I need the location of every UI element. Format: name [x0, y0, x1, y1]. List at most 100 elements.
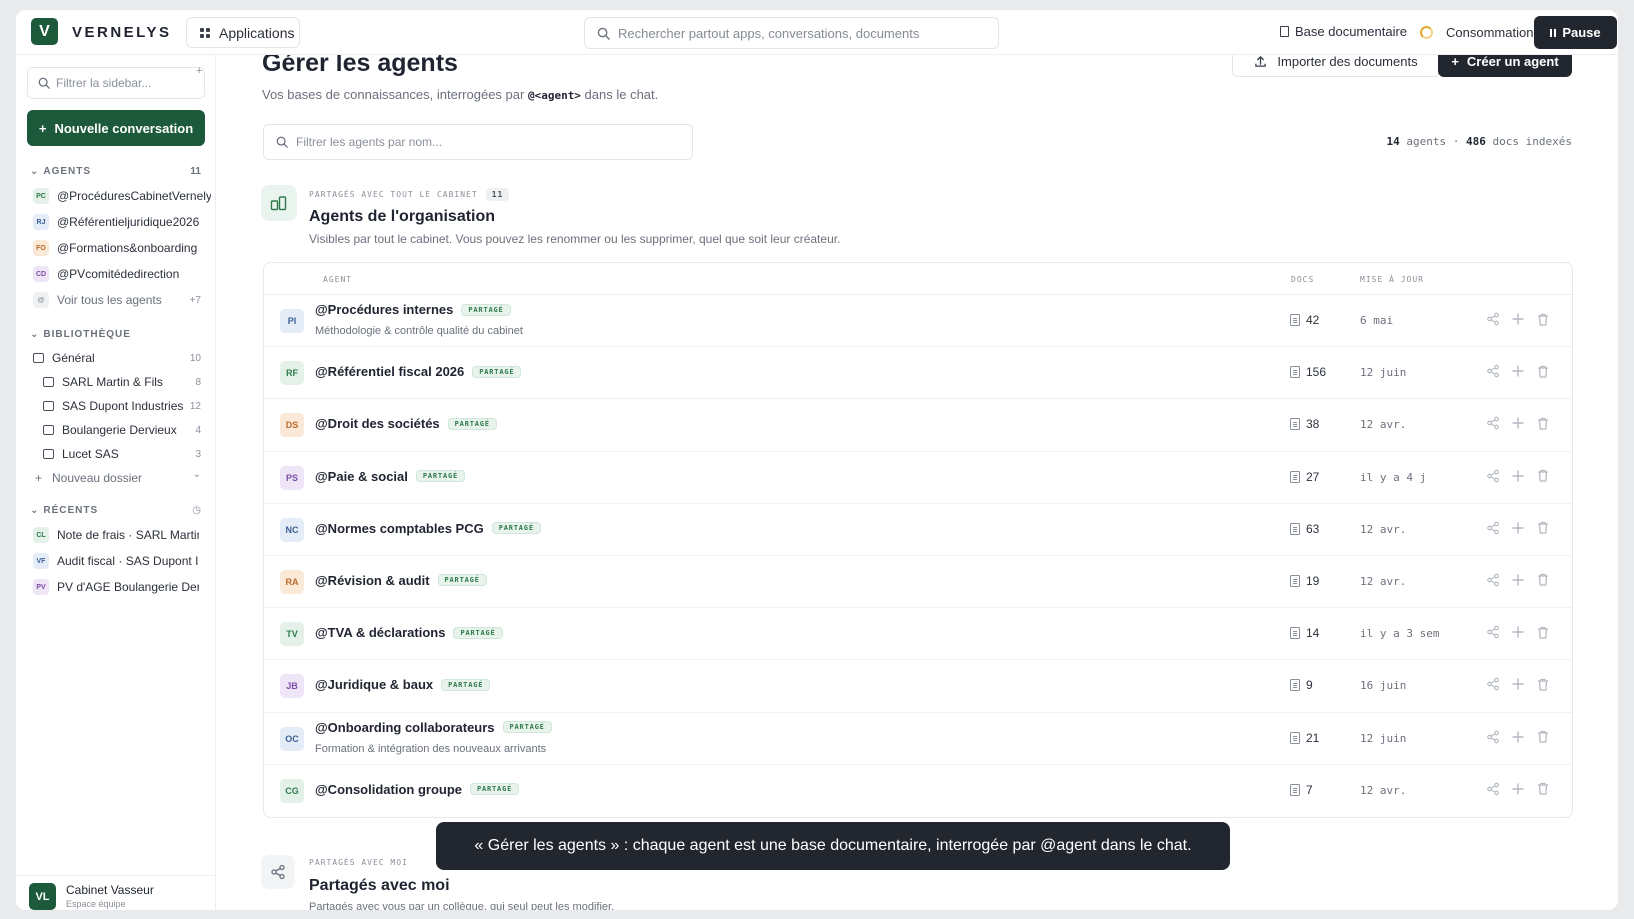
agent-name[interactable]: @TVA & déclarations: [315, 625, 445, 640]
recent-conversation-item[interactable]: VF Audit fiscal · SAS Dupont Industries: [33, 550, 199, 572]
share-icon[interactable]: [1486, 729, 1500, 745]
docs-count-value: 27: [1306, 469, 1320, 484]
agent-name[interactable]: @Référentiel fiscal 2026: [315, 364, 464, 379]
agent-name[interactable]: @Consolidation groupe: [315, 782, 462, 797]
folder-count: 8: [195, 377, 201, 388]
sidebar-folder-item[interactable]: Général: [33, 347, 183, 369]
share-icon[interactable]: [1486, 676, 1500, 692]
plus-icon[interactable]: [1511, 729, 1525, 745]
agent-name[interactable]: @Paie & social: [315, 469, 408, 484]
share-icon[interactable]: [1486, 468, 1500, 484]
agents-section-toggle[interactable]: ⌄ AGENTS: [30, 166, 91, 177]
pause-button[interactable]: Pause: [1534, 16, 1617, 49]
plus-icon[interactable]: [1511, 624, 1525, 640]
agent-name[interactable]: @Normes comptables PCG: [315, 521, 484, 536]
plus-icon[interactable]: [1511, 468, 1525, 484]
plus-icon[interactable]: [1511, 520, 1525, 536]
sidebar-agent-label: @PVcomitédedirection: [57, 267, 180, 281]
applications-button[interactable]: Applications: [186, 17, 300, 48]
user-footer[interactable]: VL Cabinet Vasseur Espace équipe: [16, 875, 216, 910]
sidebar-add-button[interactable]: +: [196, 65, 202, 77]
agent-avatar: NC: [280, 517, 304, 542]
trash-icon[interactable]: [1536, 363, 1550, 379]
agent-avatar: DS: [280, 413, 304, 438]
agents-count: 11: [190, 166, 201, 177]
consommation-link[interactable]: Consommation: [1446, 25, 1533, 40]
sidebar-filter-input[interactable]: Filtrer la sidebar...: [27, 67, 205, 99]
shared-badge: PARTAGÉ: [461, 303, 511, 316]
plus-icon[interactable]: [1511, 311, 1525, 327]
trash-icon[interactable]: [1536, 729, 1550, 745]
recent-conversation-item[interactable]: CL Note de frais · SARL Martin & Fils: [33, 524, 199, 546]
trash-icon[interactable]: [1536, 676, 1550, 692]
trash-icon[interactable]: [1536, 415, 1550, 431]
table-row[interactable]: JB @Juridique & baux PARTAGÉ 9 16 juin: [264, 660, 1572, 713]
sidebar-folder-item[interactable]: Lucet SAS: [43, 443, 193, 465]
sidebar-filter-placeholder: Filtrer la sidebar...: [56, 76, 152, 90]
column-header-updated[interactable]: MISE À JOUR: [1360, 275, 1424, 284]
agent-name[interactable]: @Procédures internes: [315, 302, 453, 317]
trash-icon[interactable]: [1536, 311, 1550, 327]
create-agent-label: Créer un agent: [1466, 55, 1559, 69]
brand-name: VERNELYS: [72, 24, 172, 41]
recent-conversation-label: Note de frais · SARL Martin & Fils: [57, 528, 199, 542]
trash-icon[interactable]: [1536, 468, 1550, 484]
table-row[interactable]: TV @TVA & déclarations PARTAGÉ 14 il y a 3 s…: [264, 608, 1572, 661]
share-icon[interactable]: [1486, 363, 1500, 379]
import-documents-button[interactable]: Importer des documents: [1232, 55, 1440, 77]
folder-icon: [43, 401, 54, 411]
sidebar-agent-item[interactable]: FO @Formations&onboarding: [33, 237, 211, 259]
sidebar-folder-item[interactable]: SARL Martin & Fils: [43, 371, 193, 393]
agents-total: 14: [1386, 135, 1400, 148]
base-documentaire-link[interactable]: Base documentaire: [1280, 24, 1407, 39]
recent-conversation-item[interactable]: PV PV d'AGE Boulangerie Dervieux: [33, 576, 199, 598]
plus-icon[interactable]: [1511, 676, 1525, 692]
new-folder-button[interactable]: + Nouveau dossier: [33, 467, 211, 489]
trash-icon[interactable]: [1536, 624, 1550, 640]
column-header-agent[interactable]: AGENT: [323, 275, 352, 284]
plus-icon[interactable]: [1511, 415, 1525, 431]
logo[interactable]: V: [31, 18, 58, 45]
agent-name[interactable]: @Révision & audit: [315, 573, 430, 588]
table-row[interactable]: RA @Révision & audit PARTAGÉ 19 12 avr.: [264, 556, 1572, 609]
sidebar-agent-item[interactable]: RJ @Référentieljuridique2026: [33, 211, 211, 233]
agent-name[interactable]: @Onboarding collaborateurs: [315, 720, 495, 735]
trash-icon[interactable]: [1536, 572, 1550, 588]
chevron-down-icon[interactable]: ⌄: [193, 469, 201, 480]
see-all-agents-link[interactable]: @ Voir tous les agents: [33, 289, 211, 311]
table-row[interactable]: DS @Droit des sociétés PARTAGÉ 38 12 avr.: [264, 399, 1572, 452]
share-icon[interactable]: [1486, 415, 1500, 431]
table-row[interactable]: RF @Référentiel fiscal 2026 PARTAGÉ 156 12 j…: [264, 347, 1572, 400]
table-row[interactable]: NC @Normes comptables PCG PARTAGÉ 63 12 avr.: [264, 504, 1572, 556]
share-icon[interactable]: [1486, 520, 1500, 536]
new-conversation-button[interactable]: + Nouvelle conversation: [27, 110, 205, 146]
agent-name[interactable]: @Droit des sociétés: [315, 416, 440, 431]
agent-filter-input[interactable]: Filtrer les agents par nom...: [263, 124, 693, 160]
sidebar-agent-item[interactable]: CD @PVcomitédedirection: [33, 263, 211, 285]
plus-icon[interactable]: [1511, 572, 1525, 588]
plus-icon[interactable]: [1511, 363, 1525, 379]
table-row[interactable]: PI @Procédures internes PARTAGÉ Méthodologi…: [264, 295, 1572, 348]
agent-name[interactable]: @Juridique & baux: [315, 677, 433, 692]
column-header-docs[interactable]: DOCS: [1291, 275, 1314, 284]
sidebar-folder-item[interactable]: Boulangerie Dervieux: [43, 419, 193, 441]
table-header: AGENT DOCS MISE À JOUR: [264, 263, 1572, 295]
trash-icon[interactable]: [1536, 520, 1550, 536]
table-row[interactable]: OC @Onboarding collaborateurs PARTAGÉ Forma…: [264, 713, 1572, 765]
global-search-input[interactable]: Rechercher partout apps, conversations, …: [584, 17, 999, 49]
share-icon[interactable]: [1486, 311, 1500, 327]
share-icon[interactable]: [1486, 781, 1500, 797]
sidebar-folder-label: SARL Martin & Fils: [62, 375, 163, 389]
share-icon[interactable]: [1486, 572, 1500, 588]
create-agent-button[interactable]: + Créer un agent: [1438, 55, 1572, 77]
share-icon[interactable]: [1486, 624, 1500, 640]
sidebar-folder-item[interactable]: SAS Dupont Industries: [43, 395, 193, 417]
sidebar-agent-item[interactable]: PC @ProcéduresCabinetVernelys: [33, 185, 211, 207]
table-row[interactable]: PS @Paie & social PARTAGÉ 27 il y a 4 j: [264, 452, 1572, 504]
plus-icon: +: [1451, 55, 1459, 69]
plus-icon[interactable]: [1511, 781, 1525, 797]
recent-section-toggle[interactable]: ⌄ RÉCENTS: [30, 505, 98, 516]
table-row[interactable]: CG @Consolidation groupe PARTAGÉ 7 12 avr.: [264, 765, 1572, 817]
library-section-toggle[interactable]: ⌄ BIBLIOTHÈQUE: [30, 329, 131, 340]
trash-icon[interactable]: [1536, 781, 1550, 797]
